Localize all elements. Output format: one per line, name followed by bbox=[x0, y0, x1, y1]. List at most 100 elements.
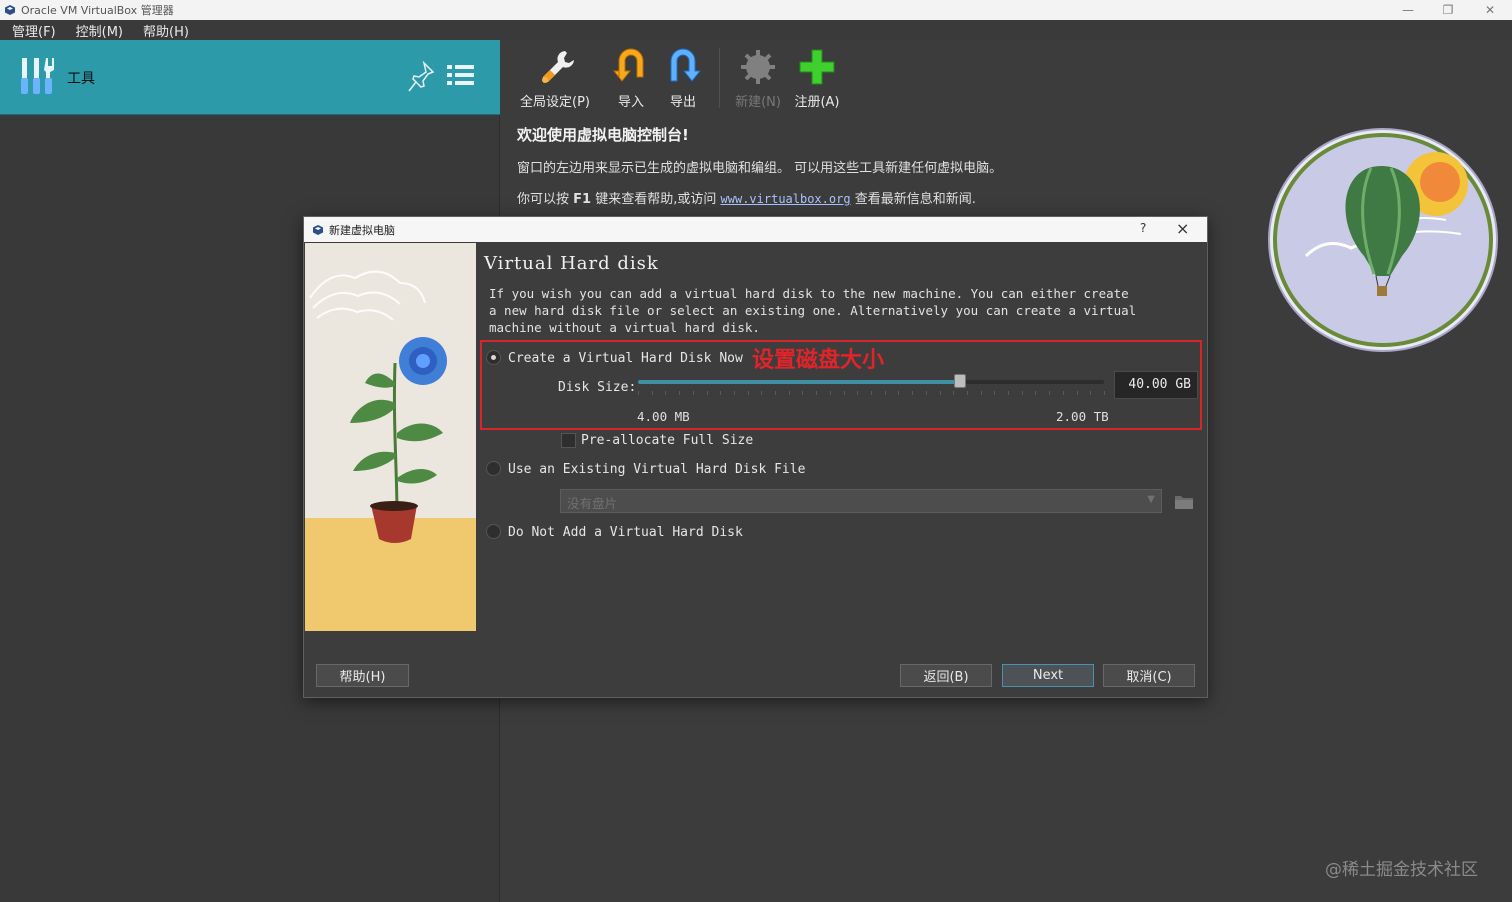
option-no-disk-label[interactable]: Do Not Add a Virtual Hard Disk bbox=[508, 525, 743, 540]
watermark: @稀土掘金技术社区 bbox=[1325, 860, 1478, 880]
radio-no-disk[interactable] bbox=[486, 524, 501, 539]
back-button[interactable]: 返回(B) bbox=[900, 664, 992, 687]
list-menu-icon[interactable] bbox=[446, 62, 476, 92]
option-existing-disk-label[interactable]: Use an Existing Virtual Hard Disk File bbox=[508, 462, 805, 477]
window-titlebar: Oracle VM VirtualBox 管理器 — ❐ ✕ bbox=[0, 0, 1512, 20]
slider-tick bbox=[1104, 391, 1105, 395]
slider-tick bbox=[981, 391, 982, 395]
wrench-icon bbox=[535, 46, 575, 88]
register-label: 注册(A) bbox=[794, 95, 840, 110]
new-vm-button[interactable]: 新建(N) bbox=[730, 40, 786, 115]
import-button[interactable]: 导入 bbox=[605, 40, 657, 115]
sidebar-item-tools[interactable]: 工具 bbox=[0, 40, 500, 115]
slider-tick bbox=[898, 391, 899, 395]
dialog-titlebar: 新建虚拟电脑 ? × bbox=[304, 217, 1207, 242]
dialog-close-icon[interactable]: × bbox=[1176, 219, 1189, 238]
existing-disk-select-value: 没有盘片 bbox=[567, 496, 618, 511]
slider-tick bbox=[652, 391, 653, 395]
disk-size-field[interactable]: 40.00 GB bbox=[1114, 371, 1198, 399]
welcome-line-2-mid: 键来查看帮助,或访问 bbox=[595, 192, 717, 207]
slider-tick bbox=[638, 391, 639, 395]
new-vm-dialog: 新建虚拟电脑 ? × Virtual Hard disk If you wish… bbox=[303, 216, 1208, 698]
existing-disk-select[interactable]: 没有盘片 ▼ bbox=[560, 489, 1162, 513]
tools-label: 工具 bbox=[67, 71, 95, 87]
f1-key-text: F1 bbox=[573, 192, 592, 207]
slider-min-label: 4.00 MB bbox=[637, 409, 690, 424]
slider-fill bbox=[638, 380, 960, 384]
cancel-button[interactable]: 取消(C) bbox=[1103, 664, 1195, 687]
menu-bar: 管理(F) 控制(M) 帮助(H) bbox=[0, 20, 1512, 40]
slider-tick bbox=[994, 391, 995, 395]
export-button[interactable]: 导出 bbox=[657, 40, 709, 115]
close-icon[interactable]: ✕ bbox=[1470, 0, 1510, 20]
welcome-line-2: 你可以按 F1 键来查看帮助,或访问 www.virtualbox.org 查看… bbox=[517, 188, 976, 207]
slider-tick bbox=[748, 391, 749, 395]
menu-control[interactable]: 控制(M) bbox=[76, 21, 123, 40]
radio-existing-disk[interactable] bbox=[486, 461, 501, 476]
slider-tick bbox=[1077, 391, 1078, 395]
export-label: 导出 bbox=[669, 95, 696, 110]
choose-disk-folder-button[interactable] bbox=[1172, 489, 1196, 513]
slider-handle[interactable] bbox=[954, 374, 966, 388]
slider-tick bbox=[1008, 391, 1009, 395]
slider-tick bbox=[775, 391, 776, 395]
slider-tick bbox=[665, 391, 666, 395]
welcome-line-2-prefix: 你可以按 bbox=[517, 192, 570, 207]
slider-tick bbox=[734, 391, 735, 395]
restore-icon[interactable]: ❐ bbox=[1428, 0, 1468, 20]
slider-tick bbox=[1063, 391, 1064, 395]
slider-tick bbox=[1035, 391, 1036, 395]
help-icon[interactable]: ? bbox=[1140, 221, 1146, 235]
annotation-text: 设置磁盘大小 bbox=[752, 348, 885, 373]
slider-tick bbox=[940, 391, 941, 395]
menu-manage[interactable]: 管理(F) bbox=[12, 21, 56, 40]
radio-create-disk[interactable] bbox=[486, 350, 501, 365]
slider-tick bbox=[802, 391, 803, 395]
slider-tick bbox=[1049, 391, 1050, 395]
wizard-flower-illustration bbox=[305, 243, 476, 631]
folder-icon bbox=[1175, 496, 1193, 509]
dialog-title: 新建虚拟电脑 bbox=[329, 223, 395, 237]
tools-icon bbox=[21, 58, 54, 94]
slider-tick bbox=[761, 391, 762, 395]
toolbar-separator bbox=[719, 48, 720, 108]
export-arrow-icon bbox=[663, 46, 703, 88]
register-button[interactable]: 注册(A) bbox=[786, 40, 848, 115]
slider-tick bbox=[926, 391, 927, 395]
chevron-down-icon: ▼ bbox=[1147, 494, 1155, 505]
help-button[interactable]: 帮助(H) bbox=[316, 664, 409, 687]
virtualbox-link[interactable]: www.virtualbox.org bbox=[721, 192, 851, 206]
slider-tick bbox=[1090, 391, 1091, 395]
slider-max-label: 2.00 TB bbox=[1056, 409, 1109, 424]
next-button[interactable]: Next bbox=[1002, 664, 1094, 687]
slider-tick bbox=[953, 391, 954, 395]
gear-new-icon bbox=[738, 46, 778, 88]
virtualbox-icon bbox=[313, 224, 323, 235]
main-toolbar: 全局设定(P) 导入 导出 新建(N) 注册(A) bbox=[505, 40, 848, 115]
import-label: 导入 bbox=[617, 95, 644, 110]
welcome-line-2-suffix: 查看最新信息和新闻. bbox=[854, 192, 976, 207]
slider-tick bbox=[830, 391, 831, 395]
slider-tick bbox=[789, 391, 790, 395]
menu-help[interactable]: 帮助(H) bbox=[143, 21, 189, 40]
preallocate-checkbox[interactable] bbox=[561, 433, 576, 448]
global-settings-button[interactable]: 全局设定(P) bbox=[505, 40, 605, 115]
slider-tick bbox=[857, 391, 858, 395]
page-description: If you wish you can add a virtual hard d… bbox=[489, 286, 1137, 335]
slider-tick bbox=[679, 391, 680, 395]
welcome-title: 欢迎使用虚拟电脑控制台! bbox=[517, 126, 689, 144]
minimize-icon[interactable]: — bbox=[1388, 0, 1428, 20]
new-vm-label: 新建(N) bbox=[735, 95, 781, 110]
plus-icon bbox=[797, 46, 837, 88]
option-create-disk-label[interactable]: Create a Virtual Hard Disk Now bbox=[508, 351, 743, 366]
window-title: Oracle VM VirtualBox 管理器 bbox=[21, 4, 174, 17]
slider-tick bbox=[912, 391, 913, 395]
preallocate-label[interactable]: Pre-allocate Full Size bbox=[581, 433, 753, 448]
slider-tick bbox=[707, 391, 708, 395]
welcome-line-1: 窗口的左边用来显示已生成的虚拟电脑和编组。 可以用这些工具新建任何虚拟电脑。 bbox=[517, 161, 1003, 176]
disk-size-slider[interactable] bbox=[638, 374, 1104, 388]
pin-icon[interactable] bbox=[406, 60, 436, 94]
slider-tick bbox=[693, 391, 694, 395]
import-arrow-icon bbox=[611, 46, 651, 88]
global-settings-label: 全局设定(P) bbox=[520, 95, 590, 110]
